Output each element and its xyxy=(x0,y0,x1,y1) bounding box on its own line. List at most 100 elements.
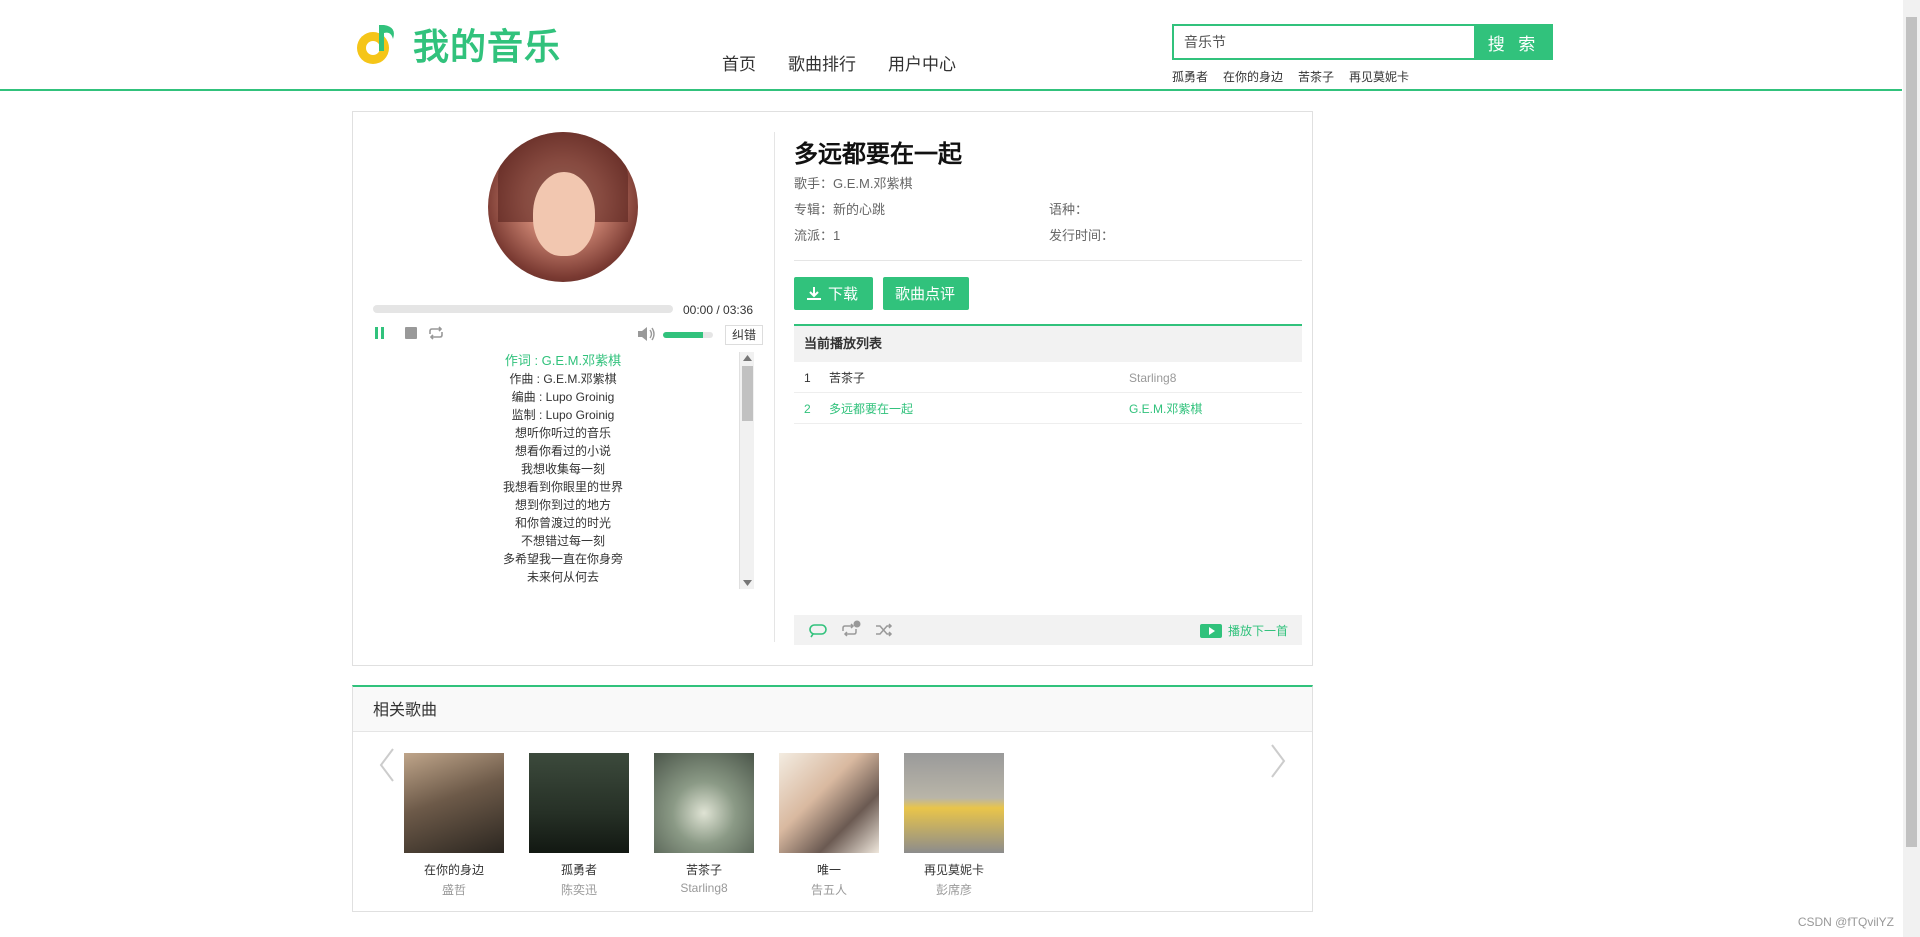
row-number: 1 xyxy=(804,371,811,385)
player-controls: 纠错 xyxy=(373,325,763,345)
lyric-line-active: 作词 : G.E.M.邓紫棋 xyxy=(504,353,622,368)
row-number: 2 xyxy=(804,402,811,416)
logo[interactable]: 我的音乐 xyxy=(353,18,561,70)
search-input[interactable] xyxy=(1172,24,1474,60)
lyric-line: 编曲 : Lupo Groinig xyxy=(511,390,615,404)
shuffle-icon[interactable] xyxy=(874,622,894,638)
pause-icon[interactable] xyxy=(373,325,387,341)
song-info-area: 多远都要在一起 歌手：G.E.M.邓紫棋 专辑：新的心跳 语种： 流派：1 发行… xyxy=(794,112,1302,665)
row-artist[interactable]: Starling8 xyxy=(1129,363,1176,393)
song-release: 发行时间： xyxy=(1049,228,1115,243)
scroll-down-icon[interactable] xyxy=(743,580,752,586)
row-song-name[interactable]: 多远都要在一起 xyxy=(829,394,913,424)
related-song-name[interactable]: 孤勇者 xyxy=(529,861,629,878)
related-cover[interactable] xyxy=(529,753,629,853)
song-language: 语种： xyxy=(1049,202,1089,217)
hot-search-item[interactable]: 苦茶子 xyxy=(1298,68,1334,85)
lyric-line: 我想收集每一刻 xyxy=(520,462,605,476)
loop-single-icon[interactable] xyxy=(840,620,862,638)
search-button[interactable]: 搜 索 xyxy=(1474,24,1553,60)
search-bar: 搜 索 xyxy=(1172,24,1553,60)
next-arrow-icon[interactable] xyxy=(1268,743,1288,779)
time-display: 00:00 / 03:36 xyxy=(683,303,754,317)
nav-home[interactable]: 首页 xyxy=(722,50,756,75)
lyric-line: 作曲 : G.E.M.邓紫棋 xyxy=(509,372,617,386)
main-nav: 首页 歌曲排行 用户中心 xyxy=(722,50,988,75)
download-button[interactable]: 下载 xyxy=(794,277,873,310)
related-song-item[interactable]: 孤勇者 陈奕迅 xyxy=(529,753,629,898)
lyric-line: 想听你听过的音乐 xyxy=(514,426,611,440)
related-title: 相关歌曲 xyxy=(353,687,1312,732)
nav-ranking[interactable]: 歌曲排行 xyxy=(788,50,856,75)
play-next-label: 播放下一首 xyxy=(1227,624,1288,638)
playlist-row-active[interactable]: 2 多远都要在一起 G.E.M.邓紫棋 xyxy=(794,394,1302,424)
song-title: 多远都要在一起 xyxy=(794,140,962,168)
volume-icon[interactable] xyxy=(636,325,656,343)
correct-lyrics-button[interactable]: 纠错 xyxy=(725,325,763,345)
song-panel: 00:00 / 03:36 纠错 作词 : G.E.M.邓紫棋 作曲 : G.E.… xyxy=(352,111,1313,666)
watermark: CSDN @fTQvilYZ xyxy=(1797,915,1894,929)
playlist-title: 当前播放列表 xyxy=(794,324,1302,362)
lyric-line: 监制 : Lupo Groinig xyxy=(511,408,615,422)
lyrics-scrollbar[interactable] xyxy=(739,352,754,589)
song-album: 专辑：新的心跳 xyxy=(794,202,886,217)
song-comment-button[interactable]: 歌曲点评 xyxy=(883,277,969,310)
song-singer: 歌手：G.E.M.邓紫棋 xyxy=(794,176,913,191)
prev-arrow-icon[interactable] xyxy=(377,747,397,783)
player-area: 00:00 / 03:36 纠错 作词 : G.E.M.邓紫棋 作曲 : G.E.… xyxy=(353,112,773,665)
related-song-name[interactable]: 在你的身边 xyxy=(404,861,504,878)
page-scrollbar[interactable] xyxy=(1903,0,1920,937)
related-artist[interactable]: 陈奕迅 xyxy=(529,881,629,898)
song-genre: 流派：1 xyxy=(794,228,841,243)
playlist-footer: 播放下一首 xyxy=(794,615,1302,645)
brand-name: 我的音乐 xyxy=(413,27,562,68)
related-artist[interactable]: Starling8 xyxy=(654,881,754,895)
download-icon xyxy=(807,286,821,300)
related-song-name[interactable]: 再见莫妮卡 xyxy=(904,861,1004,878)
lyrics-panel[interactable]: 作词 : G.E.M.邓紫棋 作曲 : G.E.M.邓紫棋 编曲 : Lupo Gr… xyxy=(373,352,753,589)
scroll-up-icon[interactable] xyxy=(743,355,752,361)
progress-bar[interactable] xyxy=(373,305,673,313)
hot-search-item[interactable]: 孤勇者 xyxy=(1172,68,1208,85)
playlist-row[interactable]: 1 苦茶子 Starling8 xyxy=(794,363,1302,393)
related-song-item[interactable]: 再见莫妮卡 彭席彦 xyxy=(904,753,1004,898)
related-song-name[interactable]: 苦茶子 xyxy=(654,861,754,878)
related-song-item[interactable]: 唯一 告五人 xyxy=(779,753,879,898)
repeat-icon[interactable] xyxy=(427,325,445,341)
lyric-line: 不想错过每一刻 xyxy=(520,534,605,548)
related-cover[interactable] xyxy=(654,753,754,853)
hot-searches: 孤勇者 在你的身边 苦茶子 再见莫妮卡 xyxy=(1172,68,1424,85)
hot-search-item[interactable]: 再见莫妮卡 xyxy=(1349,68,1409,85)
related-song-item[interactable]: 在你的身边 盛哲 xyxy=(404,753,504,898)
download-label: 下载 xyxy=(828,285,859,303)
volume-slider[interactable] xyxy=(663,332,713,338)
lyric-line: 未来何从何去 xyxy=(526,570,599,584)
play-next-button[interactable]: 播放下一首 xyxy=(1199,622,1288,639)
row-artist[interactable]: G.E.M.邓紫棋 xyxy=(1129,394,1202,424)
related-cover[interactable] xyxy=(404,753,504,853)
related-artist[interactable]: 彭席彦 xyxy=(904,881,1004,898)
stop-icon[interactable] xyxy=(403,325,419,341)
lyric-line: 想看你看过的小说 xyxy=(514,444,611,458)
related-song-name[interactable]: 唯一 xyxy=(779,861,879,878)
lyric-line: 想到你到过的地方 xyxy=(514,498,611,512)
row-song-name[interactable]: 苦茶子 xyxy=(829,363,865,393)
nav-user-center[interactable]: 用户中心 xyxy=(888,50,956,75)
play-icon xyxy=(1199,623,1222,638)
lyrics-scroll-thumb[interactable] xyxy=(742,366,753,421)
lyric-line: 多希望我一直在你身旁 xyxy=(502,552,623,566)
music-note-logo-icon xyxy=(357,25,394,64)
related-cover[interactable] xyxy=(904,753,1004,853)
header: 我的音乐 首页 歌曲排行 用户中心 搜 索 孤勇者 在你的身边 苦茶子 再见莫妮… xyxy=(0,0,1902,91)
related-artist[interactable]: 告五人 xyxy=(779,881,879,898)
loop-list-icon[interactable] xyxy=(808,622,828,638)
album-cover xyxy=(488,132,638,282)
related-cover[interactable] xyxy=(779,753,879,853)
lyric-line: 我想看到你眼里的世界 xyxy=(502,480,623,494)
related-songs: 相关歌曲 在你的身边 盛哲 孤勇者 陈奕迅 苦茶子 Starling8 唯一 告… xyxy=(352,685,1313,912)
hot-search-item[interactable]: 在你的身边 xyxy=(1223,68,1283,85)
related-song-item[interactable]: 苦茶子 Starling8 xyxy=(654,753,754,895)
page-scroll-thumb[interactable] xyxy=(1906,17,1917,847)
lyric-line: 和你曾渡过的时光 xyxy=(514,516,611,530)
related-artist[interactable]: 盛哲 xyxy=(404,881,504,898)
